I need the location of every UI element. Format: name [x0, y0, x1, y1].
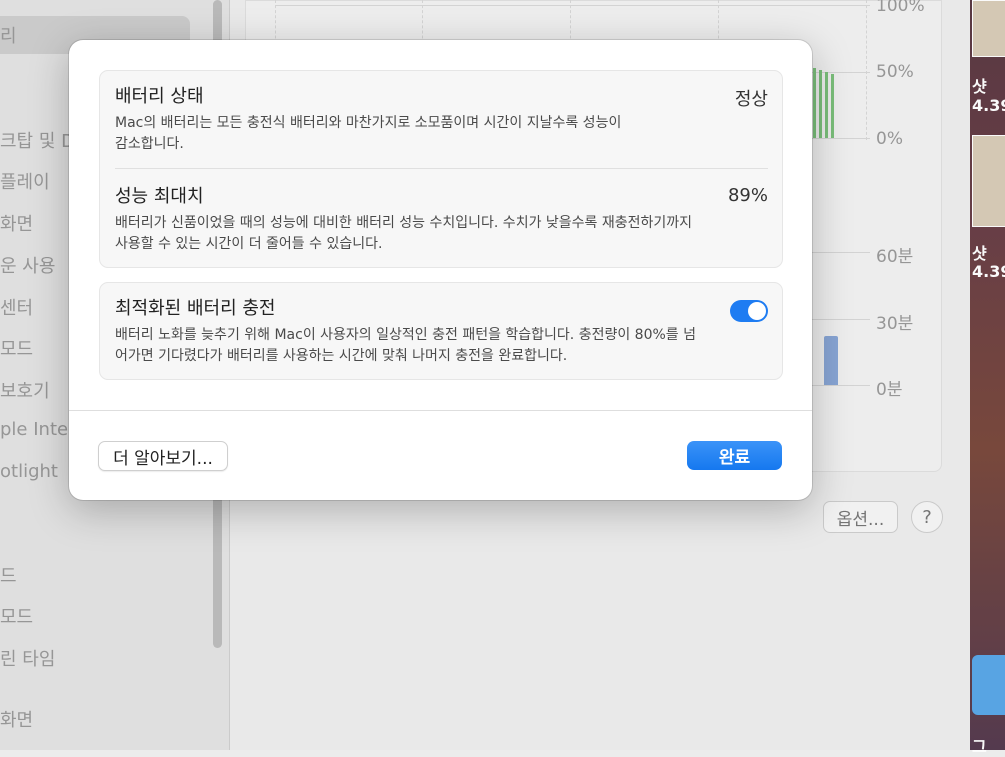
max-capacity-row: 성능 최대치 89% 배터리가 신품이었을 때의 성능에 대비한 배터리 성능 …: [115, 185, 768, 255]
optimized-charging-description: 배터리 노화를 늦추기 위해 Mac이 사용자의 일상적인 충전 패턴을 학습합…: [115, 327, 697, 364]
max-capacity-value: 89%: [727, 185, 768, 206]
footer-divider: [69, 410, 812, 411]
battery-status-value: 정상: [734, 89, 768, 110]
optimized-charging-title: 최적화된 배터리 충전: [115, 298, 276, 319]
battery-status-title: 배터리 상태: [115, 86, 204, 107]
max-capacity-title: 성능 최대치: [115, 186, 204, 207]
toggle-knob: [748, 302, 766, 320]
battery-status-description: Mac의 배터리는 모든 충전식 배터리와 마찬가지로 소모품이며 시간이 지날…: [115, 115, 622, 152]
done-button[interactable]: 완료: [687, 441, 782, 470]
divider: [115, 168, 768, 169]
battery-info-card: 배터리 상태 정상 Mac의 배터리는 모든 충전식 배터리와 마찬가지로 소모…: [99, 70, 783, 268]
optimized-charging-toggle[interactable]: [730, 300, 768, 322]
max-capacity-description: 배터리가 신품이었을 때의 성능에 대비한 배터리 성능 수치입니다. 수치가 …: [115, 215, 693, 252]
battery-health-dialog: 배터리 상태 정상 Mac의 배터리는 모든 충전식 배터리와 마찬가지로 소모…: [69, 40, 812, 500]
optimized-charging-row: 최적화된 배터리 충전 배터리 노화를 늦추기 위해 Mac이 사용자의 일상적…: [115, 297, 768, 367]
learn-more-button[interactable]: 더 알아보기...: [98, 441, 228, 471]
battery-status-row: 배터리 상태 정상 Mac의 배터리는 모든 충전식 배터리와 마찬가지로 소모…: [115, 85, 768, 155]
optimized-charging-card: 최적화된 배터리 충전 배터리 노화를 늦추기 위해 Mac이 사용자의 일상적…: [99, 282, 783, 380]
